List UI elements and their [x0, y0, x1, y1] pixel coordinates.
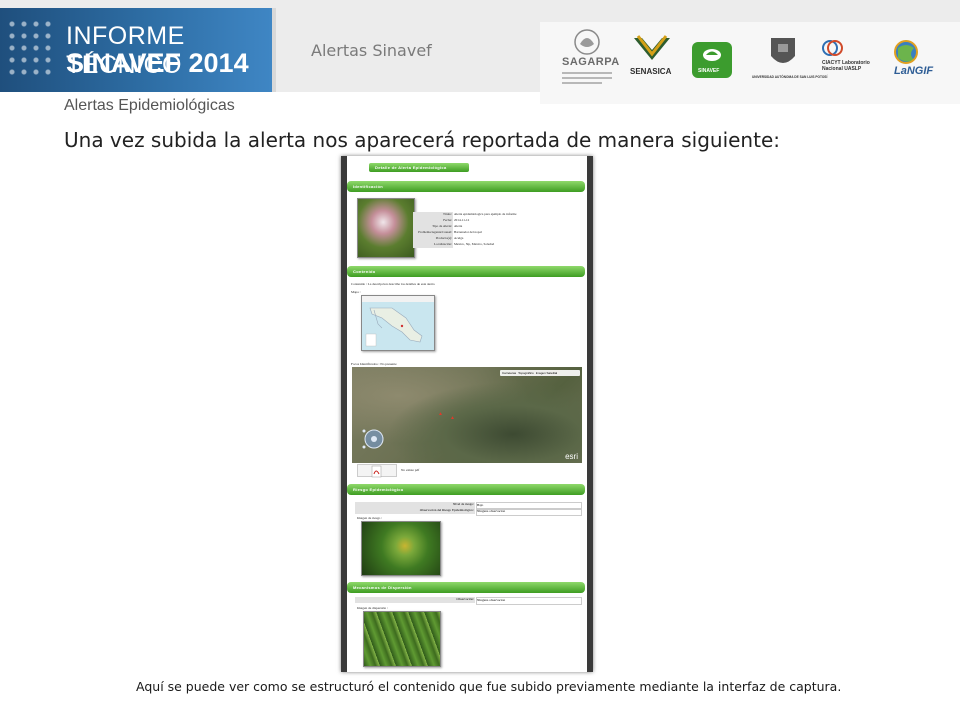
mexico-map-thumbnail — [361, 295, 435, 351]
sinavef-logo: SINAVEF — [692, 42, 732, 78]
field-value: Ninguna observacion — [476, 597, 582, 605]
header-banner: INFORME TÉCNICO SINAVEF 2014 Alertas Sin… — [0, 0, 960, 104]
field-row-products: Producto(s): Acelga — [413, 236, 583, 242]
focos-label: Focos Identificados : No presente — [351, 362, 397, 366]
langif-logo: LaNGIF — [884, 38, 938, 86]
page-title-bar: Detalle de Alerta Epidemiológica — [369, 163, 469, 172]
field-key: Localización: — [413, 242, 453, 248]
focus-marker-icon: ▲ — [438, 412, 443, 417]
pest-photo — [357, 198, 415, 258]
focus-marker-icon: ▲ — [450, 416, 455, 421]
risk-observation-row: Observación del Riesgo Epidemiológico: N… — [355, 508, 583, 516]
field-key: Fecha: — [413, 218, 453, 224]
dispersion-observation-row: Observación: Ninguna observacion — [355, 597, 583, 605]
risk-image-label: Imagen de riesgo : — [357, 516, 383, 520]
pdf-icon[interactable] — [357, 464, 397, 478]
pdf-status: No existe pdf — [401, 468, 420, 472]
field-key: Observación del Riesgo Epidemiológico: — [355, 508, 475, 514]
field-key: Producto(s): — [413, 236, 453, 242]
field-row-title: Título: Alerta epidemiologica para ejemp… — [413, 212, 583, 218]
plant-leaf-icon — [703, 49, 721, 61]
field-value: Alerta epidemiologica para ejemplo de in… — [454, 212, 517, 216]
ciacyt-logo-caption: CIACYT Laboratorio Nacional UASLP — [822, 60, 870, 72]
uaslp-logo: UNIVERSIDAD AUTÓNOMA DE SAN LUIS POTOSÍ — [752, 34, 827, 90]
alert-detail-screenshot: Detalle de Alerta Epidemiológica Identif… — [341, 156, 593, 672]
content-description: Contenido : La descripcion describe los … — [351, 282, 435, 286]
ciacyt-logo: CIACYT Laboratorio Nacional UASLP — [820, 38, 874, 86]
field-value: Ninguna observacion — [476, 508, 582, 516]
risk-level-row: Nivel de riesgo: Bajo — [355, 502, 583, 510]
senasica-emblem-icon — [634, 35, 670, 60]
page-subtitle: Alertas Sinavef — [311, 41, 432, 60]
field-value: Barrenador del nopal — [454, 230, 482, 234]
university-shield-icon — [771, 38, 795, 63]
field-row-date: Fecha: 2014-11-12 — [413, 218, 583, 224]
uaslp-logo-caption: UNIVERSIDAD AUTÓNOMA DE SAN LUIS POTOSÍ — [752, 75, 828, 79]
sagarpa-logo-caption: SAGARPA — [562, 56, 620, 68]
senasica-logo: SENASICA — [628, 32, 676, 88]
senasica-logo-caption: SENASICA — [630, 67, 672, 76]
field-key: Tipo de Alerta: — [413, 224, 453, 230]
esri-logo: esri — [565, 452, 578, 461]
field-value: Acelga — [454, 236, 464, 240]
ciacyt-emblem-icon — [822, 40, 843, 56]
risk-image — [361, 521, 441, 576]
globe-icon — [894, 40, 918, 64]
field-value: Alerta — [454, 224, 463, 228]
section-label: Alertas Epidemiológicas — [64, 97, 235, 114]
field-row-location: Localización: Mexico, Slp, Mexico, Soled… — [413, 242, 583, 248]
alert-detail-page: Detalle de Alerta Epidemiológica Identif… — [347, 156, 587, 672]
field-row-alert-type: Tipo de Alerta: Alerta — [413, 224, 583, 230]
main-heading: Una vez subida la alerta nos aparecerá r… — [64, 128, 780, 152]
mexico-map-icon — [362, 296, 434, 347]
map-overlay: ▲ ▲ — [362, 412, 455, 449]
section-dispersion-bar: Mecanismos de Dispersión — [347, 582, 585, 593]
field-value: Mexico, Slp, Mexico, Soledad — [454, 242, 495, 246]
brand-separator — [272, 8, 276, 92]
dispersion-image — [363, 611, 441, 667]
map-label: Mapa : — [351, 290, 361, 294]
footer-caption: Aquí se puede ver como se estructuró el … — [136, 679, 842, 694]
section-risk-bar: Riesgo Epidemiológico — [347, 484, 585, 495]
section-identification-bar: Identificación — [347, 181, 585, 192]
sinavef-logo-caption: SINAVEF — [698, 68, 720, 74]
dispersion-image-label: Imagen de dispersión : — [357, 606, 388, 610]
field-row-problem: Problema/Agente/Causal: Barrenador del n… — [413, 230, 583, 236]
satellite-map: Carreteras Topográfico Imagen Satelital … — [352, 367, 582, 463]
brand-dot-pattern — [6, 18, 52, 78]
brand-title-line2: SINAVEF 2014 — [66, 48, 249, 78]
field-key: Título: — [413, 212, 453, 218]
sagarpa-logo: SAGARPA — [558, 26, 619, 92]
field-value: 2014-11-12 — [454, 218, 470, 222]
langif-logo-caption: LaNGIF — [894, 65, 934, 77]
field-key: Observación: — [355, 597, 475, 603]
field-key: Problema/Agente/Causal: — [413, 230, 453, 236]
brand-panel: INFORME TÉCNICO SINAVEF 2014 — [0, 8, 272, 92]
section-content-bar: Contenido — [347, 266, 585, 277]
field-key: Nivel de riesgo: — [355, 502, 475, 508]
